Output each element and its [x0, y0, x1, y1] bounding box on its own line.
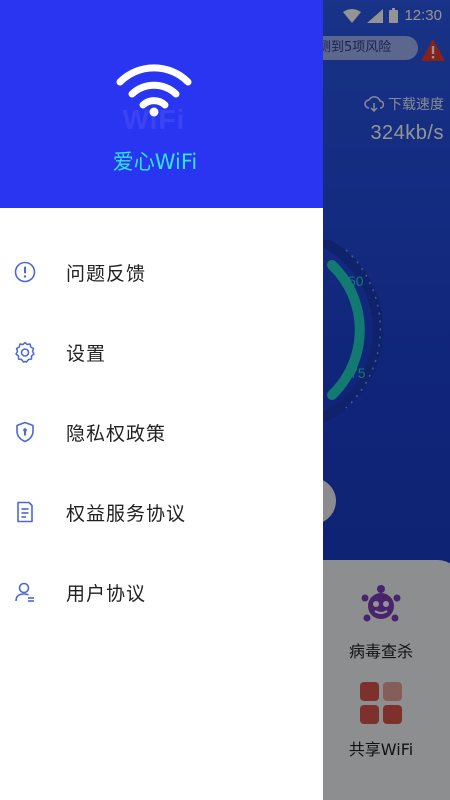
menu-label-feedback: 问题反馈 [66, 262, 147, 285]
menu-label-user-agreement: 用户协议 [66, 582, 147, 605]
app-name: 爱心WiFi [112, 150, 198, 174]
gear-icon [14, 341, 36, 363]
menu-label-settings: 设置 [66, 342, 107, 365]
drawer-header: WiFi 爱心WiFi [0, 0, 323, 208]
menu-item-privacy[interactable]: 隐私权政策 [0, 392, 323, 472]
menu-item-settings[interactable]: 设置 [0, 312, 323, 392]
app-logo: WiFi [110, 48, 198, 136]
wifi-logo-icon [116, 64, 192, 117]
menu-item-user-agreement[interactable]: 用户协议 [0, 552, 323, 632]
navigation-drawer: WiFi 爱心WiFi 问题反馈 设置 隐私权政策 权益服务协议 用户协议 [0, 0, 323, 800]
shield-icon [14, 421, 36, 443]
user-icon [14, 581, 36, 603]
menu-item-service-agreement[interactable]: 权益服务协议 [0, 472, 323, 552]
menu-label-service-agreement: 权益服务协议 [66, 502, 187, 525]
drawer-menu: 问题反馈 设置 隐私权政策 权益服务协议 用户协议 [0, 208, 323, 632]
menu-label-privacy: 隐私权政策 [66, 422, 167, 445]
menu-item-feedback[interactable]: 问题反馈 [0, 232, 323, 312]
feedback-icon [14, 261, 36, 283]
document-icon [14, 501, 36, 523]
